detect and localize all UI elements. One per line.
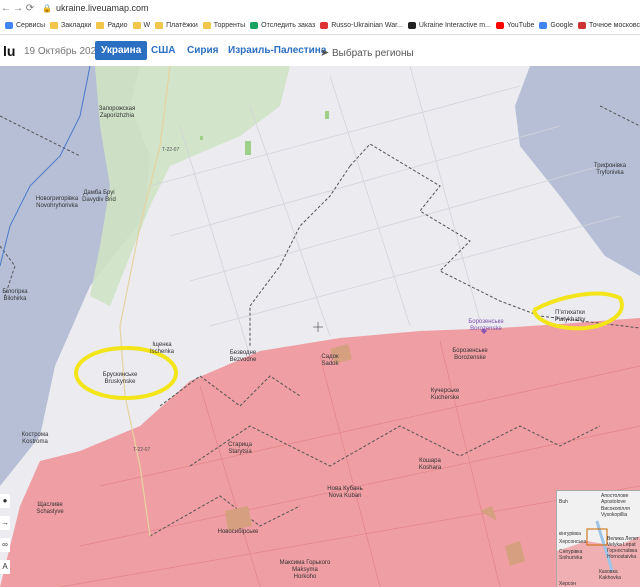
- bookmark-label: Отследить заказ: [261, 21, 316, 29]
- map-canvas[interactable]: T-22-07 T-22-07: [0, 66, 640, 587]
- bookmark-item[interactable]: Точное московское...: [577, 21, 640, 29]
- back-icon[interactable]: ←: [0, 3, 12, 14]
- place-label[interactable]: Новосибірське: [218, 529, 259, 536]
- bookmark-label: Ukraine Interactive m...: [418, 21, 491, 29]
- tracking-icon: [250, 21, 259, 29]
- bookmark-label: Закладки: [61, 21, 92, 29]
- bookmark-item[interactable]: YouTube: [495, 21, 535, 29]
- bookmarks-bar: Сервисы Закладки Радио W Платёжки Торренты Отс…: [0, 16, 640, 35]
- place-label[interactable]: Кошара Koshara: [419, 458, 441, 472]
- bookmark-item[interactable]: Отследить заказ: [250, 21, 316, 29]
- place-label[interactable]: Старица Starytsia: [228, 442, 252, 456]
- folder-icon: [50, 21, 59, 29]
- bookmark-label: Торренты: [213, 21, 246, 29]
- reload-icon[interactable]: ⟳: [24, 3, 36, 14]
- share-icon[interactable]: ●: [0, 494, 10, 508]
- minimap-label: Buh: [559, 499, 568, 505]
- clock-icon: [577, 21, 586, 29]
- minimap-label: Kakhovka: [599, 575, 621, 581]
- arrow-icon[interactable]: →: [0, 516, 10, 530]
- place-label[interactable]: Новогригорівка Novohryhorivka: [36, 196, 78, 210]
- folder-icon: [96, 21, 105, 29]
- bookmark-item[interactable]: Радио: [96, 21, 128, 29]
- lock-icon[interactable]: 🔒: [42, 4, 52, 13]
- place-label[interactable]: Борозенське Borozenske: [468, 319, 503, 333]
- tab-ukraine[interactable]: Украина: [95, 41, 148, 60]
- bookmark-item[interactable]: Сервисы: [5, 21, 46, 29]
- place-label[interactable]: Борозенське Borozenske: [452, 348, 487, 362]
- map[interactable]: T-22-07 T-22-07 Запорожская Zaporizhzhia Д…: [0, 66, 640, 587]
- liveuamap-logo[interactable]: lu: [3, 43, 15, 59]
- bookmark-label: Радио: [107, 21, 128, 29]
- link-icon[interactable]: ∞: [0, 538, 10, 552]
- folder-icon: [132, 21, 141, 29]
- place-label[interactable]: Іщенка Ischenka: [150, 342, 174, 356]
- liveuamap-icon: [407, 21, 416, 29]
- minimap[interactable]: Апостолове Apostolove Високопілля Vysokopil…: [556, 490, 640, 587]
- bookmark-item[interactable]: Google: [539, 21, 573, 29]
- bookmark-item[interactable]: Платёжки: [155, 21, 198, 29]
- minimap-label: Херсонська: [559, 539, 587, 545]
- road-label-t2207-north: T-22-07: [162, 147, 179, 153]
- navigation-arrow-icon: ➤: [320, 47, 330, 59]
- url-field[interactable]: ukraine.liveuamap.com: [56, 3, 149, 13]
- bookmark-label: W: [143, 21, 151, 29]
- bookmark-item[interactable]: W: [132, 21, 151, 29]
- place-label[interactable]: Білогірка Bilohirka: [2, 289, 27, 303]
- place-label[interactable]: П'ятихатки Piatykhatky: [555, 310, 586, 324]
- bookmark-label: Точное московское...: [588, 21, 640, 29]
- select-regions-label: Выбрать регионы: [332, 48, 414, 59]
- minimap-label: Apostolove: [601, 499, 626, 505]
- tab-israel-palestine[interactable]: Израиль-Палестина: [222, 41, 332, 60]
- address-bar: ← → ⟳ 🔒 ukraine.liveuamap.com: [0, 0, 640, 16]
- apps-icon: [5, 21, 13, 29]
- map-pin-icon: [320, 21, 329, 29]
- folder-icon: [202, 21, 211, 29]
- bookmark-label: Платёжки: [166, 21, 198, 29]
- place-label[interactable]: Брускинське Bruskynske: [103, 372, 138, 386]
- road-label-t2207-south: T-22-07: [133, 447, 150, 453]
- bookmark-item[interactable]: Торренты: [202, 21, 246, 29]
- bookmark-item[interactable]: Закладки: [50, 21, 92, 29]
- bookmark-label: Сервисы: [16, 21, 46, 29]
- google-icon: [539, 21, 548, 29]
- youtube-icon: [495, 21, 504, 29]
- site-toolbar: lu 19 Октябрь 2022 Украина США Сирия Изр…: [0, 35, 640, 67]
- bookmark-item[interactable]: Russo-Ukrainian War...: [320, 21, 403, 29]
- place-label[interactable]: Щасливе Schaslyve: [36, 502, 63, 516]
- place-label[interactable]: Кострома Kostroma: [22, 432, 49, 446]
- minimap-label: Hornostaivka: [607, 554, 637, 560]
- minimap-label: кінгурівка: [559, 531, 581, 537]
- tab-usa[interactable]: США: [145, 41, 182, 60]
- bookmark-label: Russo-Ukrainian War...: [331, 21, 403, 29]
- forward-icon[interactable]: →: [12, 3, 24, 14]
- place-label[interactable]: Трифонівка Tryfonivka: [594, 163, 626, 177]
- minimap-label: Snihurivka: [559, 555, 583, 561]
- place-label[interactable]: Дамба Бруі Davydiv Brid: [82, 190, 116, 204]
- folder-icon: [155, 21, 164, 29]
- bookmark-label: YouTube: [506, 21, 535, 29]
- minimap-label: Vysokopillia: [601, 512, 628, 518]
- bookmark-label: Google: [550, 21, 573, 29]
- bookmark-item[interactable]: Ukraine Interactive m...: [407, 21, 491, 29]
- select-regions-button[interactable]: ➤ Выбрать регионы: [320, 46, 414, 59]
- date-label: 19 Октябрь 2022: [24, 46, 102, 57]
- minimap-label: Херсон: [559, 581, 576, 587]
- place-label[interactable]: Садок Sadok: [321, 354, 338, 368]
- place-label[interactable]: Запорожская Zaporizhzhia: [99, 106, 136, 120]
- place-label[interactable]: Нова Кубань Nova Kuban: [327, 486, 362, 500]
- place-label[interactable]: Безводне Bezvodne: [230, 350, 257, 364]
- place-label[interactable]: Кучерське Kucherske: [431, 388, 459, 402]
- tab-syria[interactable]: Сирия: [181, 41, 224, 60]
- font-icon[interactable]: A: [0, 560, 10, 574]
- place-label[interactable]: Максима Горького Maksyma Horkoho: [280, 560, 331, 581]
